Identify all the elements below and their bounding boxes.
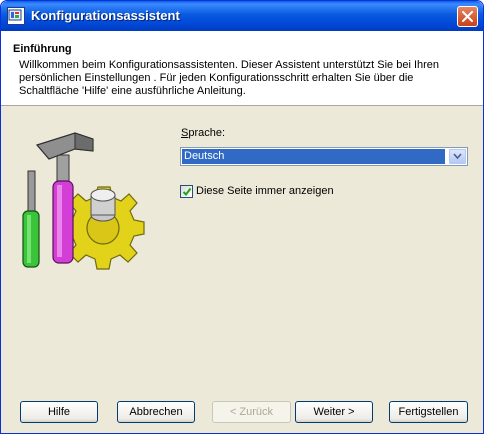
always-show-checkbox[interactable]	[180, 185, 193, 198]
chevron-down-icon[interactable]	[449, 149, 466, 164]
tools-gear-icon	[19, 129, 154, 274]
language-label: Sprache:	[181, 127, 225, 139]
language-select[interactable]: Deutsch	[180, 147, 468, 166]
language-label-text: prache:	[188, 127, 226, 139]
help-button[interactable]: Hilfe	[20, 401, 98, 423]
page-title: Einführung	[13, 43, 72, 55]
wizard-app-icon[interactable]	[7, 7, 25, 25]
back-button[interactable]: < Zurück	[212, 401, 291, 423]
next-button[interactable]: Weiter >	[295, 401, 373, 423]
finish-button[interactable]: Fertigstellen	[389, 401, 468, 423]
always-show-label: Diese Seite immer anzeigen	[196, 185, 334, 197]
page-description: Willkommen beim Konfigurationsassistente…	[19, 59, 440, 97]
wizard-header: Einführung Willkommen beim Konfiguration…	[1, 31, 483, 106]
window-title: Konfigurationsassistent	[31, 8, 180, 23]
close-icon[interactable]	[457, 6, 478, 27]
title-bar[interactable]: Konfigurationsassistent	[1, 1, 483, 31]
cancel-button[interactable]: Abbrechen	[117, 401, 195, 423]
wizard-window: Konfigurationsassistent Einführung Willk…	[0, 0, 484, 434]
language-selected-value: Deutsch	[182, 149, 445, 164]
